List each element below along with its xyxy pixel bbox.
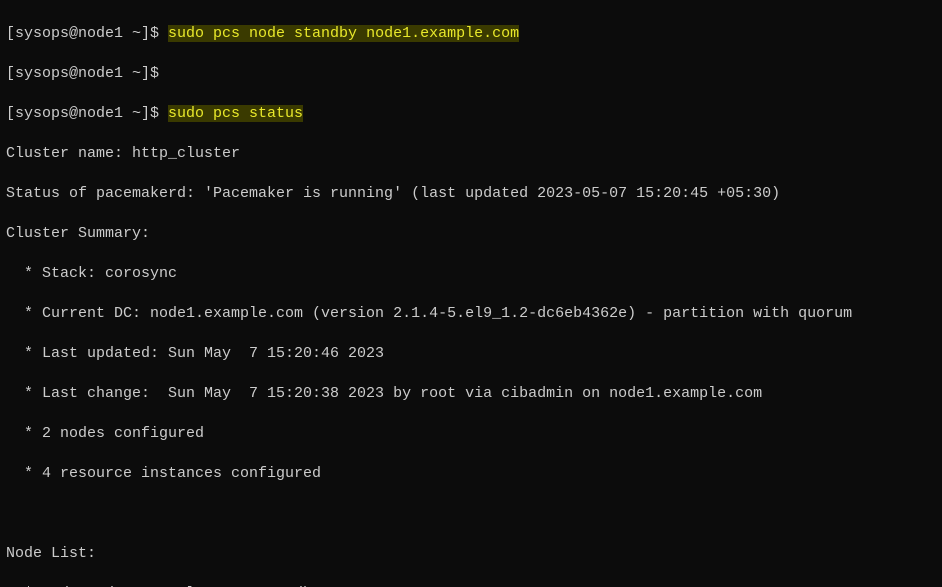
summary-resources-configured: * 4 resource instances configured bbox=[6, 464, 936, 484]
shell-prompt[interactable]: [sysops@node1 ~]$ bbox=[6, 65, 168, 82]
command-standby: sudo pcs node standby node1.example.com bbox=[168, 25, 519, 42]
summary-current-dc: * Current DC: node1.example.com (version… bbox=[6, 304, 936, 324]
summary-last-updated: * Last updated: Sun May 7 15:20:46 2023 bbox=[6, 344, 936, 364]
summary-last-change: * Last change: Sun May 7 15:20:38 2023 b… bbox=[6, 384, 936, 404]
summary-stack: * Stack: corosync bbox=[6, 264, 936, 284]
prompt-line-3: [sysops@node1 ~]$ sudo pcs status bbox=[6, 104, 936, 124]
pacemakerd-status: Status of pacemakerd: 'Pacemaker is runn… bbox=[6, 184, 936, 204]
terminal[interactable]: [sysops@node1 ~]$ sudo pcs node standby … bbox=[0, 0, 942, 587]
prompt-line-2: [sysops@node1 ~]$ bbox=[6, 64, 936, 84]
node-list-header: Node List: bbox=[6, 544, 936, 564]
summary-nodes-configured: * 2 nodes configured bbox=[6, 424, 936, 444]
cluster-name: Cluster name: http_cluster bbox=[6, 144, 936, 164]
blank-line bbox=[6, 504, 936, 524]
command-status: sudo pcs status bbox=[168, 105, 303, 122]
cluster-summary-header: Cluster Summary: bbox=[6, 224, 936, 244]
prompt-line-1: [sysops@node1 ~]$ sudo pcs node standby … bbox=[6, 24, 936, 44]
shell-prompt[interactable]: [sysops@node1 ~]$ bbox=[6, 105, 168, 122]
shell-prompt[interactable]: [sysops@node1 ~]$ bbox=[6, 25, 168, 42]
